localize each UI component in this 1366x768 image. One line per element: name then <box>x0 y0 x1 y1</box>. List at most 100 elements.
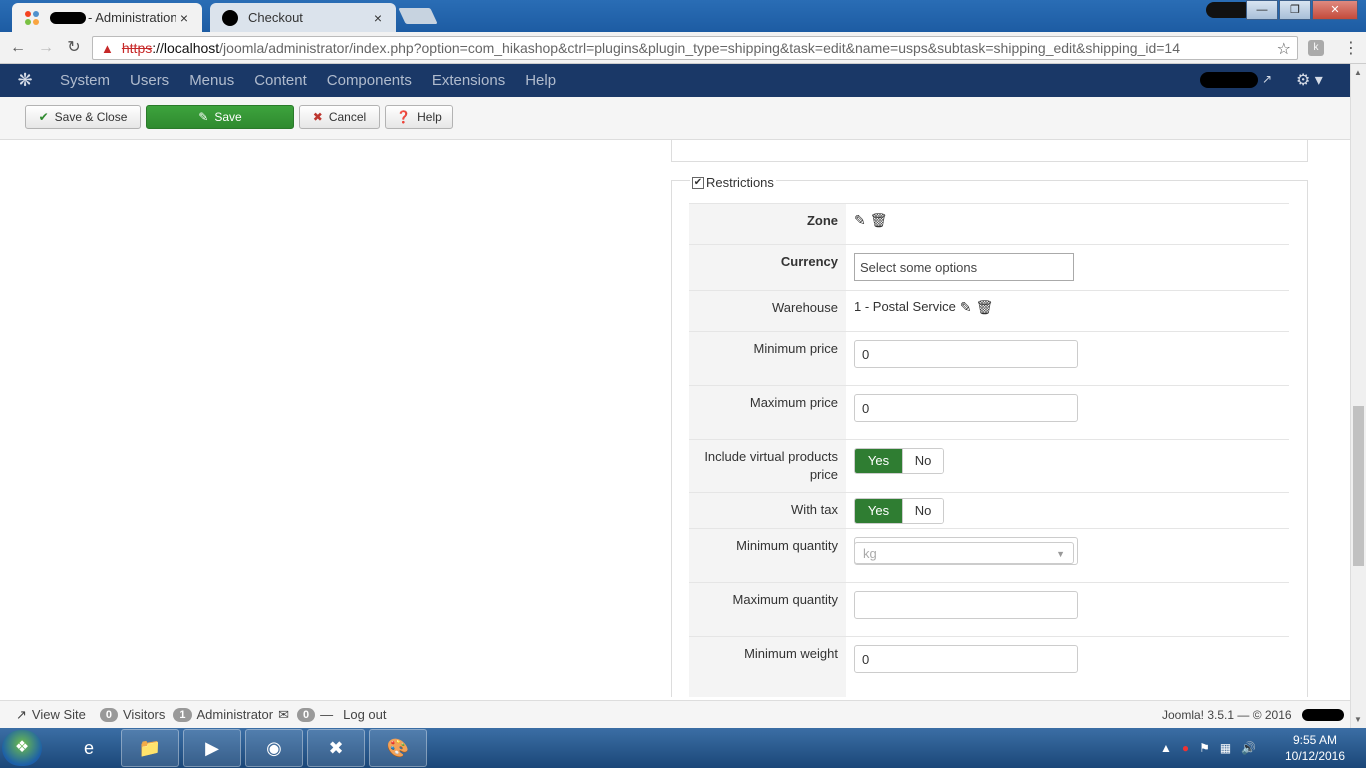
save-close-label: Save & Close <box>54 110 128 124</box>
network-icon[interactable]: ▦ <box>1220 741 1231 755</box>
joomla-favicon-icon <box>25 11 39 25</box>
min-weight-value: 0 <box>846 637 1289 697</box>
cancel-icon: ✖ <box>312 110 323 124</box>
min-quantity-label: Minimum quantity <box>689 529 846 582</box>
tab-checkout[interactable]: Checkout × <box>210 3 396 32</box>
browser-menu-icon[interactable]: ⋮ <box>1343 38 1359 58</box>
volume-icon[interactable]: 🔊 <box>1241 741 1256 755</box>
scroll-up-icon[interactable]: ▲ <box>1354 68 1362 77</box>
gear-icon[interactable]: ⚙ ▾ <box>1296 70 1323 90</box>
pencil-icon[interactable]: ✎ <box>854 212 866 229</box>
messages-item[interactable]: 0 — <box>297 707 333 722</box>
toolbar: ✔ Save & Close ✎ Save ✖ Cancel ❓ Help <box>0 97 1350 140</box>
view-site-label: View Site <box>31 707 86 722</box>
administrator-label: Administrator <box>196 707 274 722</box>
menu-extensions[interactable]: Extensions <box>422 72 515 89</box>
restrictions-checkbox[interactable]: ✔ <box>692 176 704 189</box>
previous-fieldset <box>671 140 1308 162</box>
window-controls: — ❐ ✕ <box>1245 0 1358 20</box>
menu-system[interactable]: System <box>50 72 120 89</box>
tab-close-icon[interactable]: × <box>176 10 192 26</box>
external-link-icon: ↗ <box>16 706 27 722</box>
url-input[interactable]: ▲ https ://localhost /joomla/administrat… <box>92 36 1298 60</box>
help-button[interactable]: ❓ Help <box>385 105 453 129</box>
back-arrow-icon[interactable]: ← <box>8 38 28 58</box>
external-link-icon[interactable]: ↗ <box>1262 72 1272 86</box>
menu-menus[interactable]: Menus <box>179 72 244 89</box>
currency-multiselect[interactable]: Select some options <box>854 253 1074 281</box>
joomla-logo-icon[interactable]: ❋ <box>0 70 50 91</box>
admin-status-bar: ↗ View Site 0 Visitors 1 Administrator ✉… <box>0 700 1350 728</box>
windows-taskbar: ❖ e 📁 ▶ ◉ ✖ 🎨 ▲ ● ⚑ ▦ 🔊 9:55 AM 10/12/20… <box>0 728 1366 768</box>
yes-option[interactable]: Yes <box>855 449 902 473</box>
max-price-input[interactable]: 0 <box>854 394 1078 422</box>
tab-close-icon[interactable]: × <box>370 10 386 26</box>
no-option[interactable]: No <box>902 449 943 473</box>
warehouse-row: Warehouse 1 - Postal Service ✎ 🗑 <box>689 290 1289 331</box>
scroll-down-icon[interactable]: ▼ <box>1354 715 1362 724</box>
logout-link[interactable]: Log out <box>343 707 386 722</box>
min-weight-input[interactable]: 0 <box>854 645 1078 673</box>
joomla-admin-menu: ❋ System Users Menus Content Components … <box>0 64 1350 97</box>
scrollbar-thumb[interactable] <box>1353 406 1364 566</box>
minus-icon: — <box>320 707 334 722</box>
min-price-value: 0 <box>846 332 1289 385</box>
currency-row: Currency Select some options <box>689 244 1289 290</box>
chevron-down-icon: ▼ <box>1056 549 1065 559</box>
reload-icon[interactable]: ↻ <box>64 38 84 58</box>
pencil-icon[interactable]: ✎ <box>960 299 972 316</box>
site-name-link[interactable] <box>1200 72 1258 88</box>
trash-icon[interactable]: 🗑 <box>870 212 888 229</box>
virtual-products-value: Yes No <box>846 440 1289 492</box>
media-player-icon[interactable]: ▶ <box>183 729 241 767</box>
tray-expand-icon[interactable]: ▲ <box>1160 741 1172 755</box>
menu-components[interactable]: Components <box>317 72 422 89</box>
min-weight-label: Minimum weight <box>689 637 846 697</box>
menu-content[interactable]: Content <box>244 72 317 89</box>
yes-option[interactable]: Yes <box>855 499 902 523</box>
min-price-input[interactable]: 0 <box>854 340 1078 368</box>
max-quantity-row: Maximum quantity <box>689 582 1289 636</box>
max-quantity-input[interactable] <box>854 591 1078 619</box>
bookmark-star-icon[interactable]: ☆ <box>1277 39 1291 59</box>
flag-icon[interactable]: ⚑ <box>1199 741 1210 755</box>
menu-help[interactable]: Help <box>515 72 566 89</box>
save-close-button[interactable]: ✔ Save & Close <box>25 105 141 129</box>
min-price-row: Minimum price 0 <box>689 331 1289 385</box>
new-tab-button[interactable] <box>398 8 438 24</box>
minimize-icon[interactable]: — <box>1246 0 1278 20</box>
internet-explorer-icon[interactable]: e <box>60 729 118 767</box>
maximize-icon[interactable]: ❐ <box>1279 0 1311 20</box>
zone-label: Zone <box>689 204 846 244</box>
site-name-blackout <box>1302 709 1344 721</box>
zone-row: Zone ✎ 🗑 <box>689 203 1289 244</box>
forward-arrow-icon[interactable]: → <box>36 38 56 58</box>
view-site-link[interactable]: ↗ View Site <box>16 707 86 723</box>
joomla-version: Joomla! 3.5.1 — © 2016 <box>1162 708 1292 722</box>
save-button[interactable]: ✎ Save <box>146 105 294 129</box>
taskbar-clock[interactable]: 9:55 AM 10/12/2016 <box>1282 732 1348 764</box>
file-explorer-icon[interactable]: 📁 <box>121 729 179 767</box>
chrome-icon[interactable]: ◉ <box>245 729 303 767</box>
xampp-icon[interactable]: ✖ <box>307 729 365 767</box>
windows-start-icon[interactable]: ❖ <box>2 730 42 766</box>
tab-administration[interactable]: - Administration × <box>12 3 202 32</box>
visitors-count: 0 <box>99 707 118 722</box>
vertical-scrollbar[interactable]: ▲ ▼ <box>1350 64 1366 728</box>
help-label: Help <box>417 110 442 124</box>
extension-icon[interactable]: k <box>1308 40 1324 56</box>
antivirus-icon[interactable]: ● <box>1182 741 1189 755</box>
address-bar: ← → ↻ ▲ https ://localhost /joomla/admin… <box>0 32 1366 64</box>
url-scheme: https <box>121 40 153 56</box>
close-window-icon[interactable]: ✕ <box>1312 0 1358 20</box>
weight-unit-select[interactable]: kg ▼ <box>854 542 1074 564</box>
menu-users[interactable]: Users <box>120 72 179 89</box>
cancel-button[interactable]: ✖ Cancel <box>299 105 380 129</box>
warehouse-label: Warehouse <box>689 291 846 331</box>
tab-title: - Administration <box>88 10 176 25</box>
no-option[interactable]: No <box>902 499 943 523</box>
browser-tab-strip: - Administration × Checkout × — ❐ ✕ <box>0 0 1366 32</box>
trash-icon[interactable]: 🗑 <box>976 299 994 316</box>
max-price-row: Maximum price 0 <box>689 385 1289 439</box>
paint-icon[interactable]: 🎨 <box>369 729 427 767</box>
